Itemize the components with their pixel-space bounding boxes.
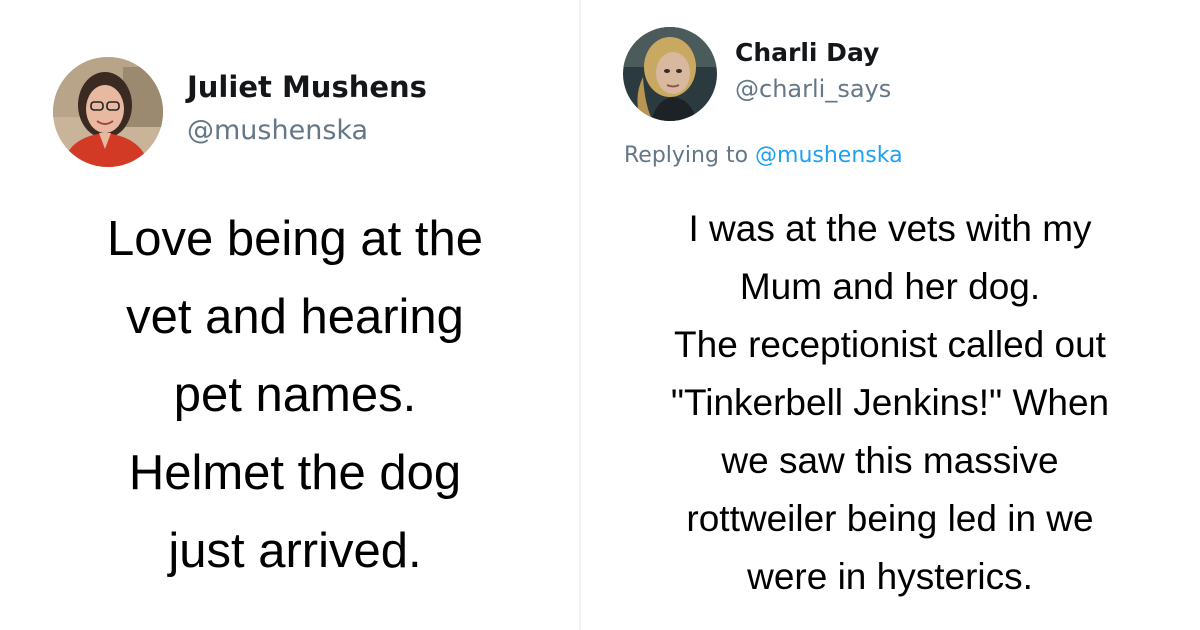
handle-charli[interactable]: @charli_says [735, 75, 891, 103]
tweet-line: Helmet the dog [128, 446, 462, 500]
tweet-line: vet and hearing [126, 290, 464, 344]
replying-to-prefix: Replying to [624, 143, 756, 168]
avatar-juliet[interactable] [53, 57, 163, 167]
tweet-line: Love being at the [107, 212, 483, 266]
tweet-line: were in hysterics. [747, 556, 1033, 597]
avatar-juliet-image [53, 57, 163, 167]
avatar-charli-image [623, 27, 717, 121]
replying-to-line: Replying to @mushenska [624, 143, 903, 168]
tweet-line: we saw this massive [721, 440, 1059, 481]
tweet-line: just arrived. [168, 524, 422, 578]
display-name-charli[interactable]: Charli Day [735, 38, 879, 67]
display-name-juliet[interactable]: Juliet Mushens [187, 70, 427, 104]
handle-juliet[interactable]: @mushenska [187, 115, 368, 146]
tweet-composite: Juliet Mushens @mushenska Love being at … [0, 0, 1200, 630]
tweet-line: rottweiler being led in we [686, 498, 1094, 539]
tweet-line: The receptionist called out [674, 324, 1106, 365]
replying-to-mention-link[interactable]: @mushenska [755, 143, 903, 168]
tweet-text-juliet: Love being at the vet and hearing pet na… [40, 200, 550, 590]
tweet-line: Mum and her dog. [739, 266, 1041, 307]
tweet-line: "Tinkerbell Jenkins!" When [670, 382, 1110, 423]
avatar-charli[interactable] [623, 27, 717, 121]
tweet-text-charli: I was at the vets with my Mum and her do… [620, 200, 1160, 606]
tweet-line: pet names. [173, 368, 417, 422]
tweet-line: I was at the vets with my [688, 208, 1092, 249]
